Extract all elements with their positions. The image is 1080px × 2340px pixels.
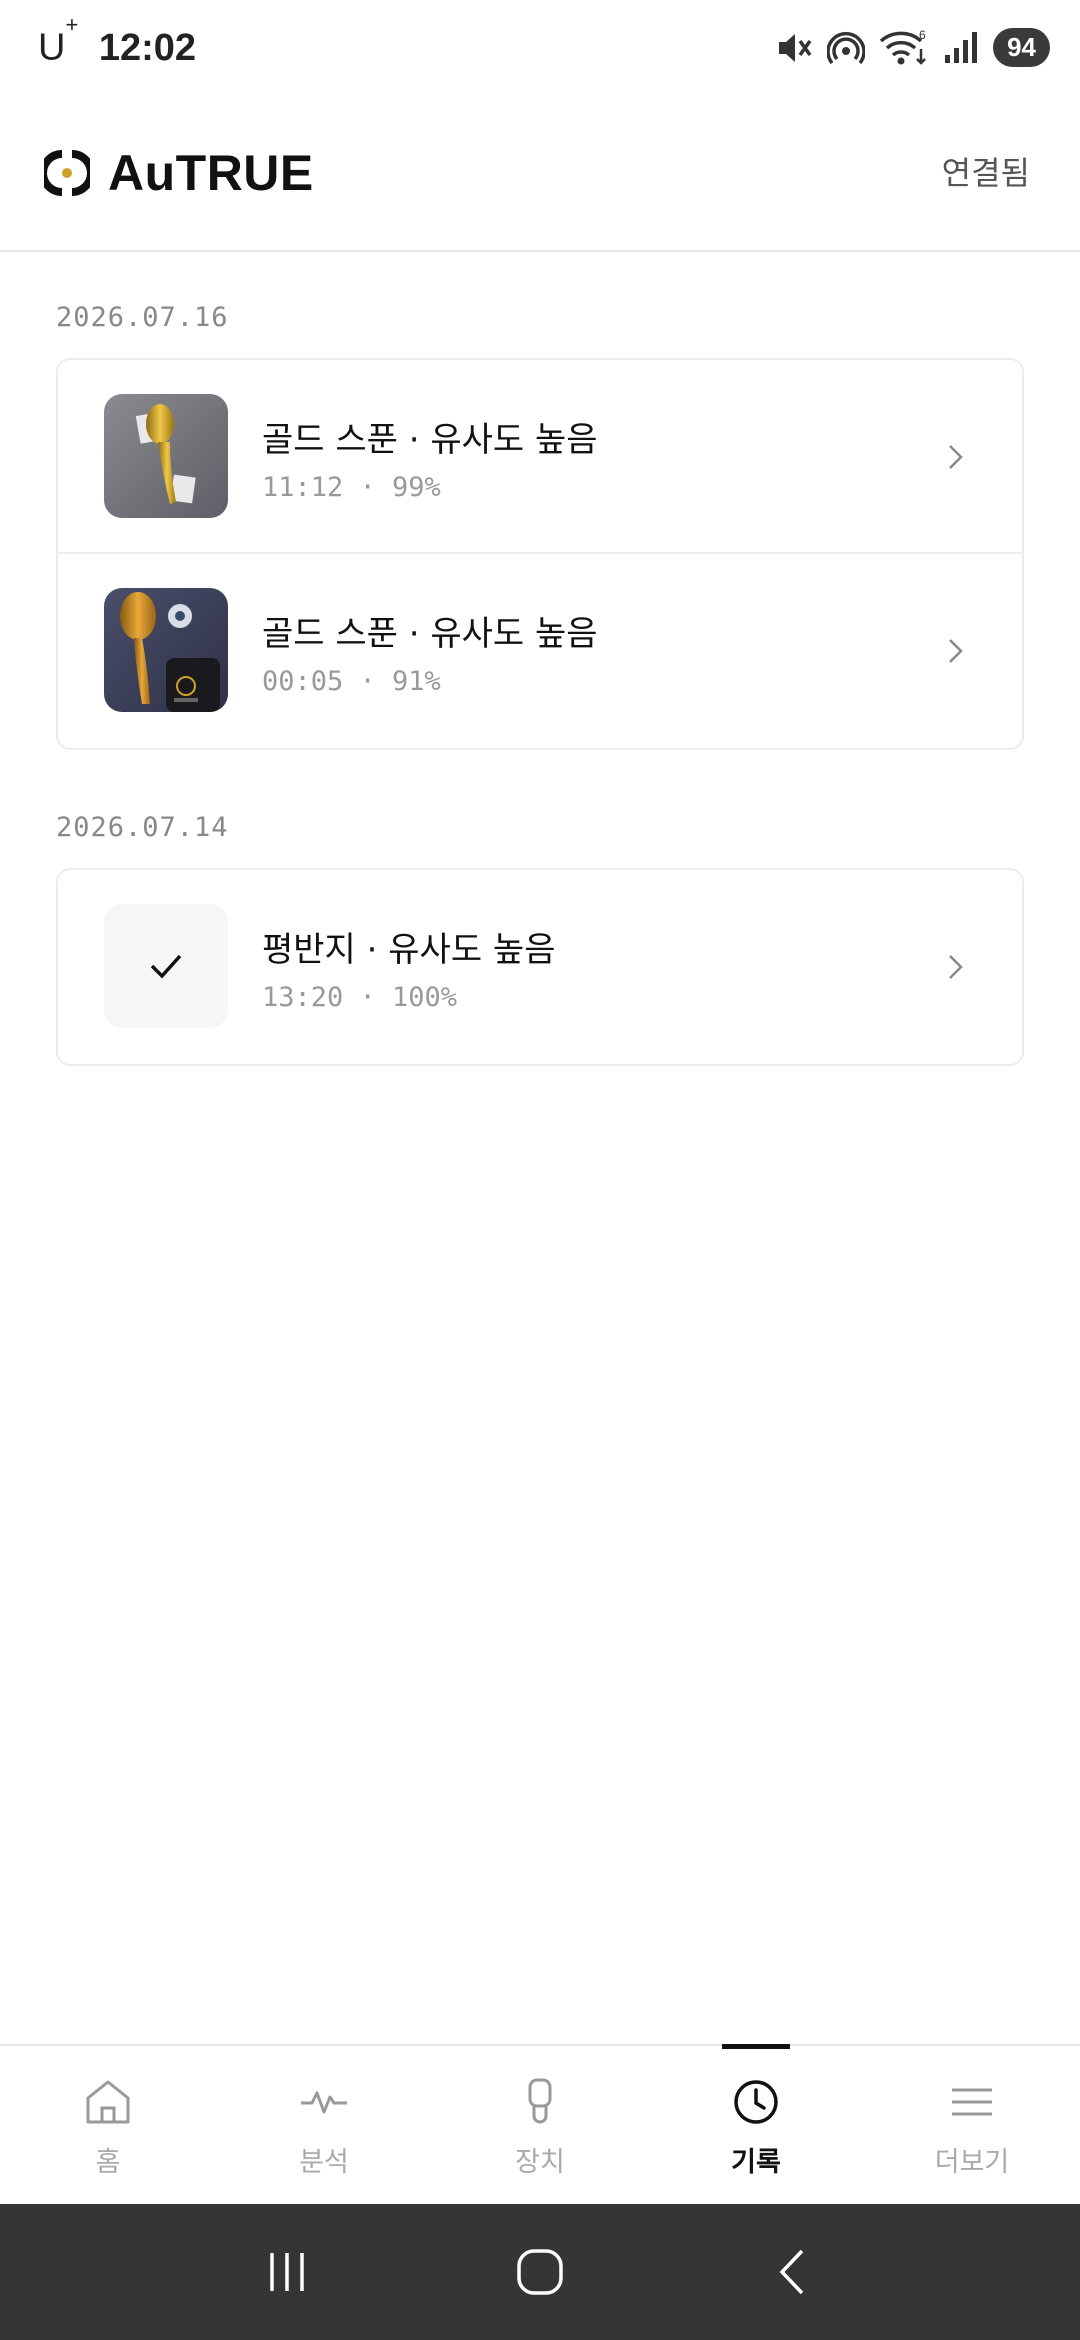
check-icon [150, 954, 182, 979]
recent-apps-icon[interactable] [262, 2247, 312, 2297]
item-time-score: 00:05 · 91% [262, 666, 441, 697]
nav-label: 홈 [95, 2147, 121, 2178]
history-item[interactable]: 골드 스푼 · 유사도 높음 11:12 · 99% [58, 360, 1022, 554]
home-button-icon[interactable] [515, 2247, 565, 2297]
nav-history[interactable]: 기록 [648, 2044, 864, 2204]
history-card: 골드 스푼 · 유사도 높음 11:12 · 99% 골드 스푼 · 유사도 높… [56, 358, 1024, 750]
item-time-score: 13:20 · 100% [262, 982, 458, 1013]
svg-text:6: 6 [919, 29, 926, 42]
gold-spoon-device-thumbnail [104, 588, 228, 712]
logo-mark-icon [44, 150, 90, 196]
nav-home[interactable]: 홈 [0, 2046, 216, 2204]
signal-icon [945, 31, 978, 63]
chevron-right-icon [949, 445, 963, 469]
date-header: 2026.07.14 [56, 812, 229, 843]
mute-icon [779, 33, 812, 62]
nav-label: 장치 [515, 2147, 565, 2178]
status-bar: U+ 12:02 6 94 [0, 0, 1080, 100]
nav-more[interactable]: 더보기 [864, 2046, 1080, 2204]
nav-label: 기록 [731, 2147, 781, 2178]
carrier-plus: + [65, 12, 79, 37]
carrier-name: U [38, 26, 66, 69]
bottom-nav: 홈 분석 장치 기록 더보기 [0, 2044, 1080, 2204]
menu-icon [952, 2088, 992, 2116]
carrier-clock: U+ 12:02 [38, 12, 197, 70]
chevron-right-icon [949, 639, 963, 663]
history-item[interactable]: 평반지 · 유사도 높음 13:20 · 100% [58, 870, 1022, 1064]
nav-label: 분석 [299, 2147, 349, 2178]
nav-label: 더보기 [934, 2147, 1010, 2178]
battery-indicator: 94 [993, 28, 1050, 67]
status-icons: 6 94 [775, 28, 1050, 67]
system-nav-bar [0, 2204, 1080, 2340]
home-icon [86, 2080, 130, 2124]
chevron-right-icon [949, 955, 963, 979]
app-logo[interactable]: AuTRUE [44, 144, 314, 202]
history-item[interactable]: 골드 스푼 · 유사도 높음 00:05 · 91% [58, 554, 1022, 748]
date-header: 2026.07.16 [56, 302, 229, 333]
pulse-icon [301, 2091, 347, 2114]
item-title: 골드 스푼 · 유사도 높음 [262, 420, 598, 460]
logo-text: AuTRUE [108, 145, 314, 201]
hotspot-icon [827, 31, 866, 64]
status-time: 12:02 [98, 26, 197, 69]
clock-icon [734, 2080, 778, 2124]
check-thumbnail [104, 904, 228, 1028]
connection-status[interactable]: 연결됨 [942, 148, 1030, 194]
active-tab-indicator [722, 2044, 790, 2049]
device-icon [528, 2078, 552, 2124]
item-title: 골드 스푼 · 유사도 높음 [262, 614, 598, 654]
item-time-score: 11:12 · 99% [262, 472, 441, 503]
history-card: 평반지 · 유사도 높음 13:20 · 100% [56, 868, 1024, 1066]
nav-analysis[interactable]: 분석 [216, 2046, 432, 2204]
gold-spoon-thumbnail [104, 394, 228, 518]
item-title: 평반지 · 유사도 높음 [262, 930, 556, 970]
back-icon[interactable] [768, 2247, 818, 2297]
wifi-icon: 6 [879, 29, 926, 65]
app-header: AuTRUE 연결됨 [0, 100, 1080, 252]
nav-device[interactable]: 장치 [432, 2046, 648, 2204]
